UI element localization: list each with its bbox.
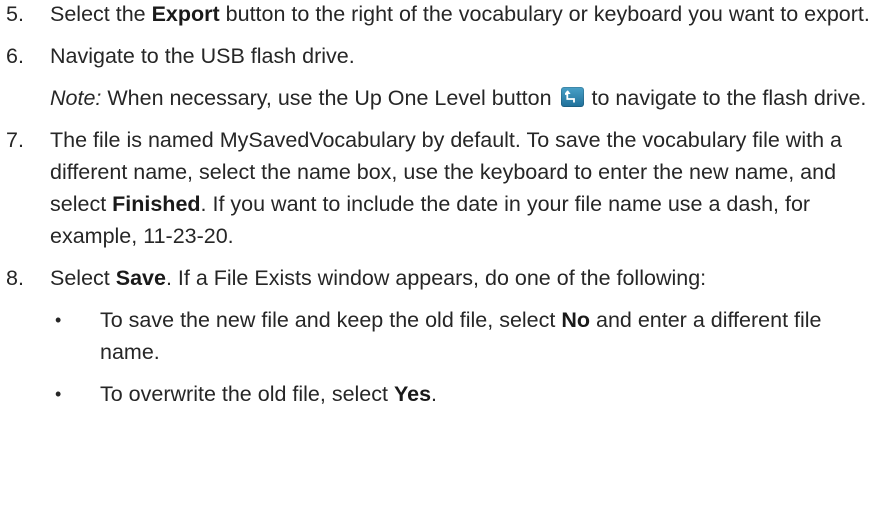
- step-number: 6.: [6, 44, 24, 68]
- step-8: 8. Select Save. If a File Exists window …: [0, 262, 875, 410]
- step-text: Navigate to the USB flash drive.: [50, 44, 355, 68]
- step-note: Note: When necessary, use the Up One Lev…: [50, 86, 867, 110]
- option-keep-old-file: • To save the new file and keep the old …: [50, 304, 875, 368]
- instruction-list: 5. Select the Export button to the right…: [0, 0, 875, 410]
- step-text: Select the Export button to the right of…: [50, 2, 870, 26]
- option-list: • To save the new file and keep the old …: [50, 304, 875, 410]
- up-one-level-icon: [560, 87, 584, 107]
- no-button-label: No: [561, 308, 591, 332]
- note-label: Note:: [50, 86, 102, 110]
- step-text: The file is named MySavedVocabulary by d…: [50, 128, 842, 248]
- save-button-label: Save: [115, 266, 166, 290]
- finished-button-label: Finished: [112, 192, 201, 216]
- step-7: 7. The file is named MySavedVocabulary b…: [0, 124, 875, 252]
- step-number: 5.: [6, 2, 24, 26]
- option-overwrite-file: • To overwrite the old file, select Yes.: [50, 378, 875, 410]
- step-number: 7.: [6, 128, 24, 152]
- step-number: 8.: [6, 266, 24, 290]
- yes-button-label: Yes: [393, 382, 432, 406]
- bullet-icon: •: [55, 310, 62, 330]
- step-5: 5. Select the Export button to the right…: [0, 0, 875, 30]
- export-button-label: Export: [151, 2, 220, 26]
- bullet-icon: •: [55, 384, 62, 404]
- step-6: 6. Navigate to the USB flash drive. Note…: [0, 40, 875, 114]
- step-text: Select Save. If a File Exists window app…: [50, 266, 707, 290]
